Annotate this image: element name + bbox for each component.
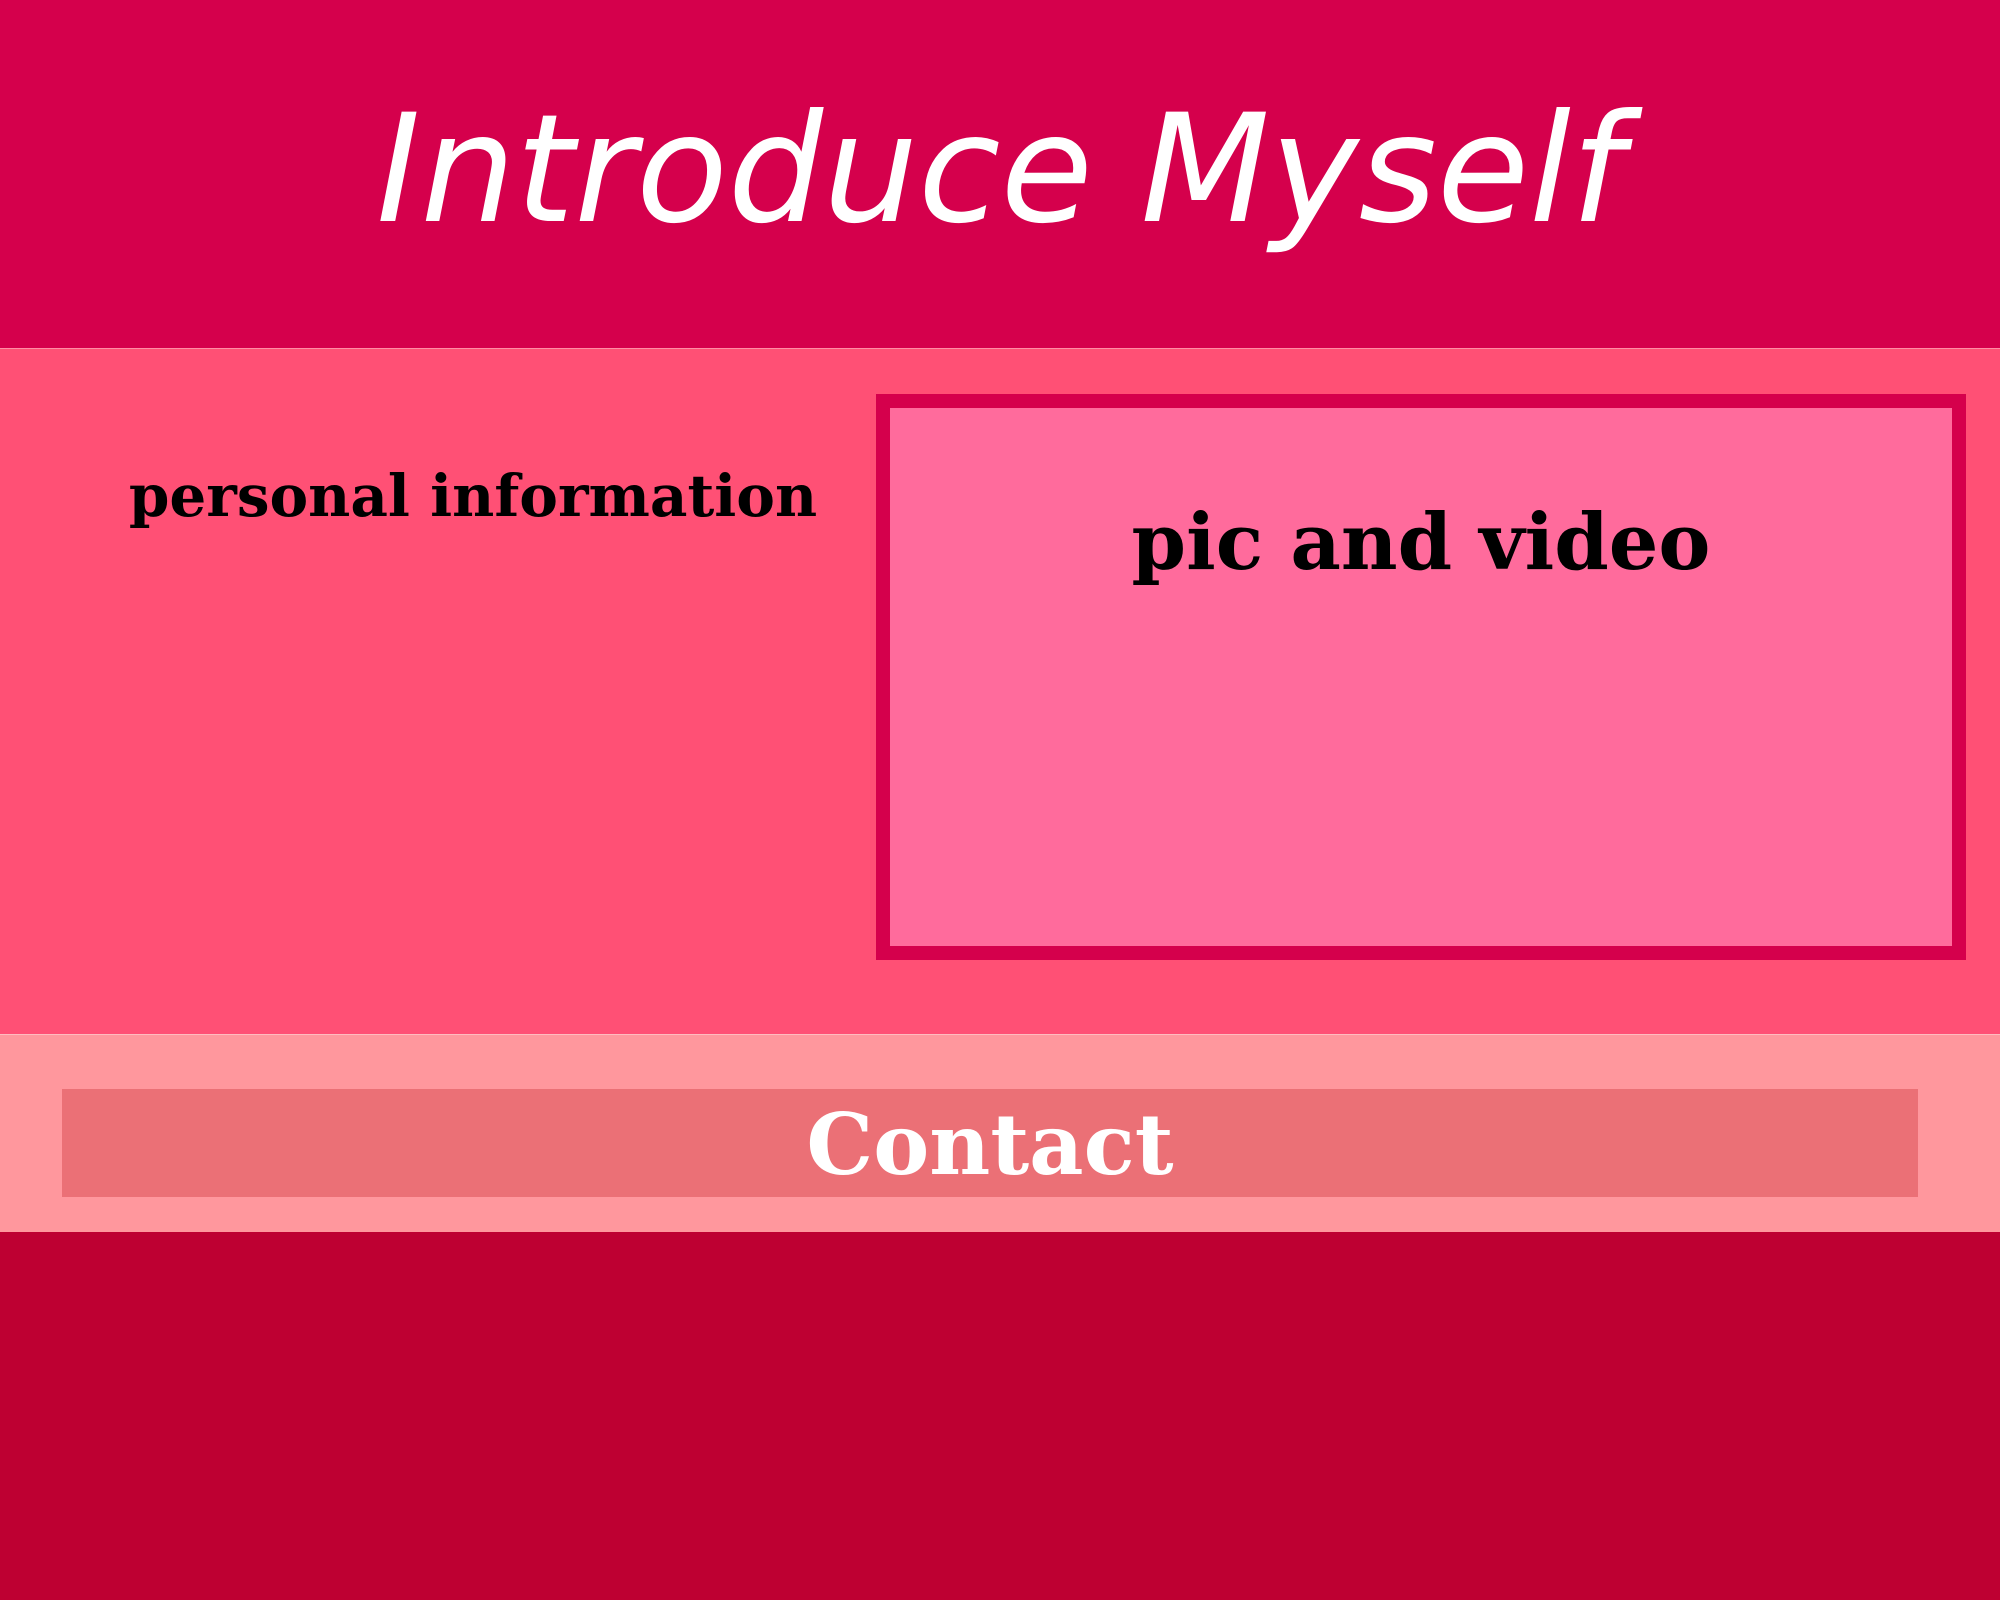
page-title: Introduce Myself: [376, 83, 1624, 257]
pic-and-video-heading: pic and video: [1131, 497, 1711, 588]
pic-and-video-panel: pic and video: [876, 394, 1966, 960]
main-section: personal information pic and video: [0, 348, 2000, 1034]
page: Introduce Myself personal information pi…: [0, 0, 2000, 1600]
personal-information-heading: personal information: [128, 462, 818, 530]
header: Introduce Myself: [0, 0, 2000, 348]
contact-link[interactable]: Contact: [62, 1099, 1918, 1191]
contact-bar[interactable]: Contact: [62, 1089, 1918, 1197]
contact-section: Contact: [0, 1034, 2000, 1232]
footer: [0, 1232, 2000, 1600]
